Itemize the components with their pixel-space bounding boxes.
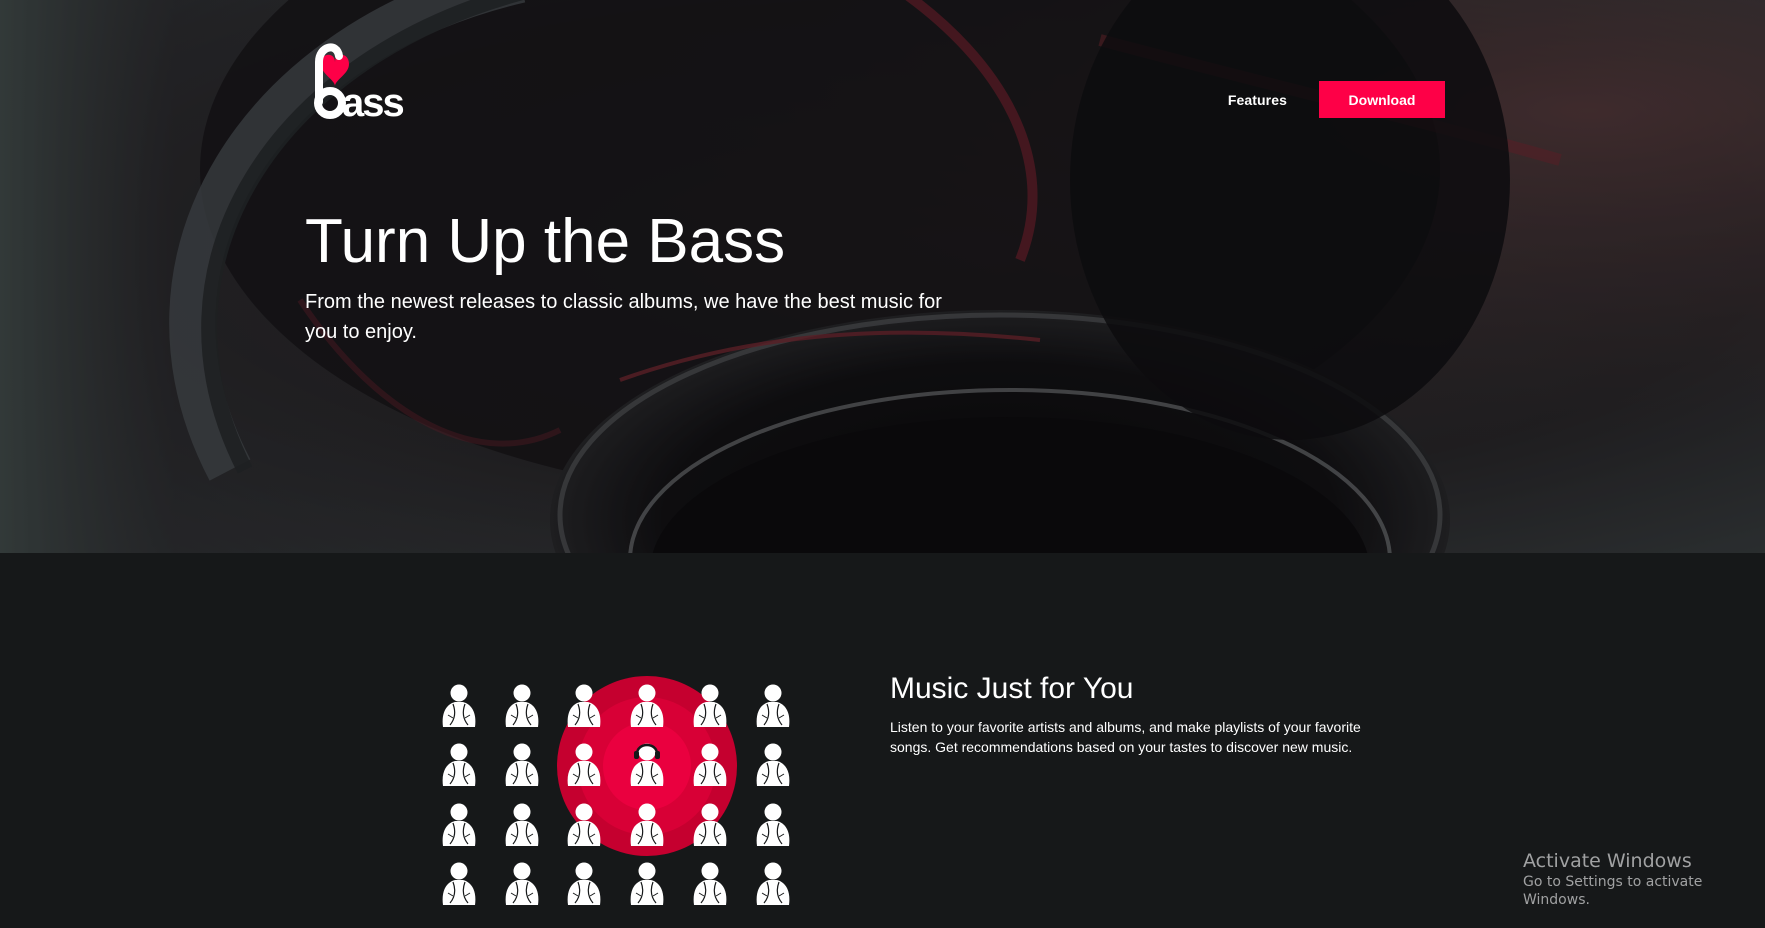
hero-subtitle: From the newest releases to classic albu… <box>305 291 942 343</box>
hero-container: ass Features Download Turn Up the Bass F… <box>305 0 1445 553</box>
hero-title: Turn Up the Bass <box>305 207 786 276</box>
nav-features-link[interactable]: Features <box>1228 92 1287 108</box>
feature-description: Listen to your favorite artists and albu… <box>890 719 1361 755</box>
audience-target-illustration <box>442 676 790 906</box>
feature-text-block: Music Just for You Listen to your favori… <box>890 671 1370 757</box>
watermark-title: Activate Windows <box>1523 850 1692 872</box>
hero-section: ass Features Download Turn Up the Bass F… <box>0 0 1765 553</box>
bass-logo[interactable]: ass <box>305 42 415 120</box>
feature-section: Music Just for You Listen to your favori… <box>0 553 1765 928</box>
activate-windows-watermark: Activate Windows Go to Settings to activ… <box>1523 849 1765 909</box>
top-nav: Features Download <box>1228 81 1445 118</box>
landing-page: ass Features Download Turn Up the Bass F… <box>0 0 1765 928</box>
feature-title: Music Just for You <box>890 672 1134 705</box>
download-button[interactable]: Download <box>1319 81 1445 118</box>
watermark-subtitle: Go to Settings to activate Windows. <box>1523 874 1703 908</box>
svg-text:ass: ass <box>342 81 403 120</box>
